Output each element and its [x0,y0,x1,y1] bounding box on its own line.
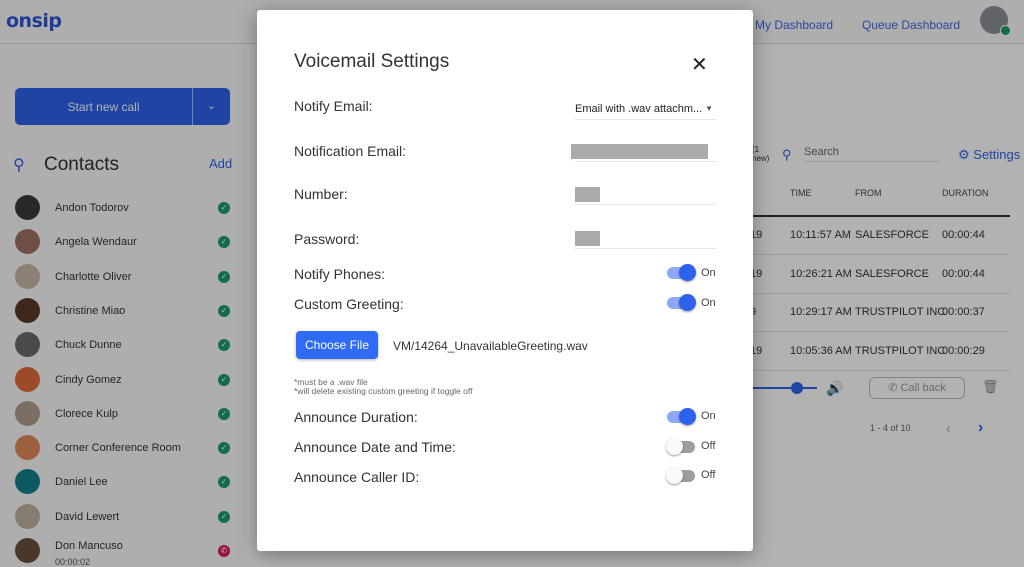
notify-email-label: Notify Email: [294,98,373,114]
announce-callerid-label: Announce Caller ID: [294,469,420,485]
close-icon[interactable]: ✕ [691,52,708,77]
dialog-title: Voicemail Settings [294,51,450,72]
notify-phones-label: Notify Phones: [294,266,386,282]
redacted-value [575,187,600,202]
notify-phones-toggle[interactable] [667,264,696,281]
notification-email-label: Notification Email: [294,143,407,159]
file-name: VM/14264_UnavailableGreeting.wav [393,339,588,353]
announce-callerid-toggle[interactable] [666,467,695,484]
notify-phones-state: On [701,267,716,279]
custom-greeting-label: Custom Greeting: [294,296,404,312]
caret-down-icon: ▼ [705,104,713,113]
announce-duration-label: Announce Duration: [294,409,418,425]
announce-duration-toggle[interactable] [667,408,696,425]
announce-datetime-label: Announce Date and Time: [294,439,456,455]
notification-email-field[interactable] [571,140,716,162]
redacted-value [571,144,708,159]
choose-file-button[interactable]: Choose File [296,331,378,359]
announce-callerid-state: Off [701,469,716,481]
notify-email-value: Email with .wav attachm... [575,103,703,115]
number-field[interactable] [575,183,716,205]
redacted-value [575,231,600,246]
custom-greeting-state: On [701,297,716,309]
number-label: Number: [294,186,348,202]
voicemail-settings-dialog: Voicemail Settings ✕ Notify Email: Email… [257,10,753,551]
notify-email-select[interactable]: Email with .wav attachm... ▼ [575,98,716,120]
password-field[interactable] [575,227,716,249]
announce-duration-state: On [701,410,716,422]
announce-datetime-state: Off [701,440,716,452]
custom-greeting-toggle[interactable] [667,294,696,311]
password-label: Password: [294,231,360,247]
announce-datetime-toggle[interactable] [666,438,695,455]
note-delete: *will delete existing custom greeting if… [294,386,473,396]
